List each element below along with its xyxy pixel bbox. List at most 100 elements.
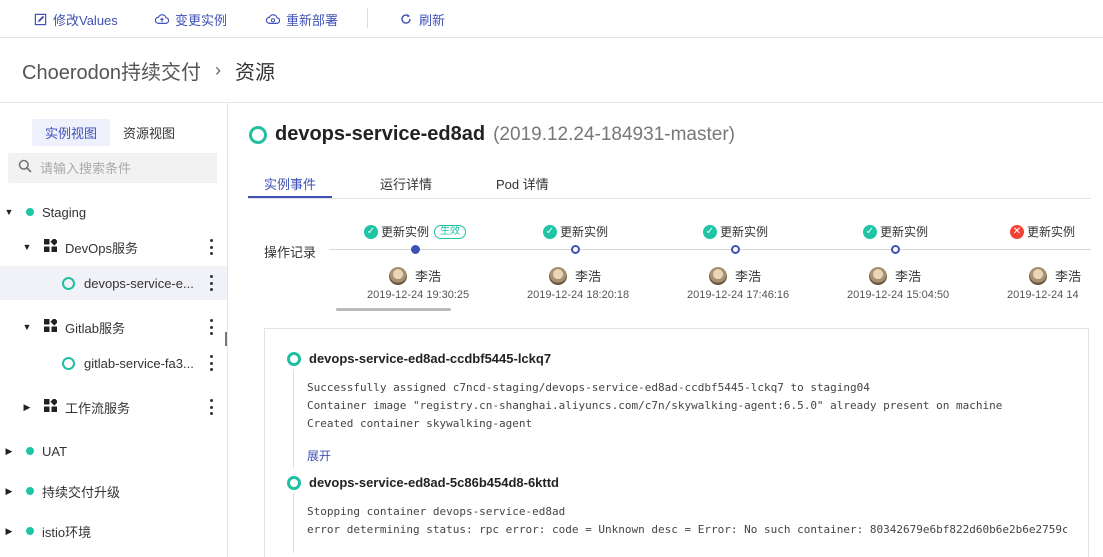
timeline-action: 更新实例 xyxy=(880,225,929,239)
log-line: Stopping container devops-service-ed8ad xyxy=(307,505,566,518)
more-icon[interactable] xyxy=(209,275,213,291)
timeline-scrollbar[interactable] xyxy=(336,308,451,311)
active-tab-indicator xyxy=(248,196,332,198)
more-icon[interactable] xyxy=(209,319,213,335)
tab-instance-events[interactable]: 实例事件 xyxy=(264,174,316,193)
redeploy-button[interactable]: 重新部署 xyxy=(266,0,338,38)
pod-status-icon xyxy=(287,475,301,490)
timeline-user: 李浩 xyxy=(709,266,761,285)
timeline-time: 2019-12-24 15:04:50 xyxy=(847,289,950,301)
more-icon[interactable] xyxy=(209,355,213,371)
timeline-node[interactable] xyxy=(411,245,420,254)
caret-down-icon[interactable]: ▼ xyxy=(4,207,14,217)
timeline-user-name: 李浩 xyxy=(575,269,602,284)
tab-runtime-details[interactable]: 运行详情 xyxy=(380,174,432,193)
tree-env-cd-upgrade[interactable]: ▶ 持续交付升级 xyxy=(0,474,227,508)
search-box xyxy=(8,153,217,183)
timeline-node[interactable] xyxy=(891,245,900,254)
page-title: 资源 xyxy=(234,61,275,84)
timeline-node[interactable] xyxy=(731,245,740,254)
expand-link[interactable]: 展开 xyxy=(307,447,331,464)
timeline-user-name: 李浩 xyxy=(735,269,762,284)
timeline-item-title: ✓ 更新实例 xyxy=(703,223,768,240)
env-status-dot xyxy=(26,487,34,495)
tree-label: gitlab-service-fa3... xyxy=(84,355,194,371)
timeline-item-title: ✕ 更新实例 xyxy=(1010,223,1075,240)
caret-down-icon[interactable]: ▼ xyxy=(22,242,32,252)
refresh-button[interactable]: 刷新 xyxy=(399,0,445,38)
tab-instance-view[interactable]: 实例视图 xyxy=(32,119,111,146)
tree-app-devops[interactable]: ▼ DevOps服务 xyxy=(0,230,227,264)
tree-label: 持续交付升级 xyxy=(42,484,121,500)
timeline-action: 更新实例 xyxy=(1027,225,1076,239)
pod-event-header: devops-service-ed8ad-ccdbf5445-lckq7 xyxy=(287,351,551,366)
breadcrumb-app[interactable]: Choerodon持续交付 xyxy=(22,56,201,85)
tree-env-istio[interactable]: ▶ istio环境 xyxy=(0,514,227,548)
page-header: Choerodon持续交付 › 资源 xyxy=(0,38,1103,103)
pod-event-header: devops-service-ed8ad-5c86b454d8-6kttd xyxy=(287,475,559,490)
timeline-user-name: 李浩 xyxy=(415,269,442,284)
search-input[interactable] xyxy=(40,160,200,176)
tree-label: istio环境 xyxy=(42,524,92,540)
timeline-time: 2019-12-24 19:30:25 xyxy=(367,289,470,301)
env-status-dot xyxy=(26,527,34,535)
pod-name: devops-service-ed8ad-5c86b454d8-6kttd xyxy=(309,475,560,490)
app-grid-icon xyxy=(44,397,59,415)
check-circle-icon: ✓ xyxy=(364,224,378,239)
sidebar-resize-handle[interactable] xyxy=(225,332,227,346)
timeline-time: 2019-12-24 18:20:18 xyxy=(527,289,630,301)
timeline-action: 更新实例 xyxy=(560,225,609,239)
caret-down-icon[interactable]: ▼ xyxy=(22,322,32,332)
timeline-item[interactable]: ✕ 更新实例 李浩 2019-12-24 14 xyxy=(976,223,1103,303)
env-status-dot xyxy=(26,208,34,216)
toolbar: 修改Values 变更实例 重新部署 刷新 xyxy=(0,0,1103,38)
more-icon[interactable] xyxy=(209,399,213,415)
caret-right-icon[interactable]: ▶ xyxy=(4,526,14,536)
avatar xyxy=(549,266,567,285)
log-line: Successfully assigned c7ncd-staging/devo… xyxy=(307,381,870,394)
tree-env-staging[interactable]: ▼ Staging xyxy=(0,195,227,229)
timeline-item-title: ✓ 更新实例 xyxy=(863,223,928,240)
timeline-item[interactable]: ✓ 更新实例 李浩 2019-12-24 15:04:50 xyxy=(816,223,976,303)
view-switcher: 实例视图 资源视图 xyxy=(32,119,188,146)
event-log-panel: devops-service-ed8ad-ccdbf5445-lckq7 Suc… xyxy=(264,328,1089,557)
sidebar: 实例视图 资源视图 ▼ Staging ▼ DevOps服务 devops-se… xyxy=(0,103,228,557)
caret-right-icon[interactable]: ▶ xyxy=(22,402,32,412)
error-circle-icon: ✕ xyxy=(1010,224,1024,239)
caret-right-icon[interactable]: ▶ xyxy=(4,446,14,456)
modify-values-button[interactable]: 修改Values xyxy=(33,0,118,38)
tree-label: Staging xyxy=(42,204,87,220)
tree-instance-devops[interactable]: devops-service-e... xyxy=(0,266,227,300)
active-tag: 生效 xyxy=(434,224,467,239)
app-grid-icon xyxy=(44,237,59,255)
edit-icon xyxy=(33,12,47,26)
tab-resource-view[interactable]: 资源视图 xyxy=(110,119,188,146)
avatar xyxy=(389,266,407,285)
timeline-item[interactable]: ✓ 更新实例 生效 李浩 2019-12-24 19:30:25 xyxy=(336,223,496,303)
tab-pod-details[interactable]: Pod 详情 xyxy=(496,174,549,193)
timeline-item-title: ✓ 更新实例 xyxy=(543,223,608,240)
timeline-time: 2019-12-24 14 xyxy=(1007,289,1079,301)
instance-status-icon xyxy=(62,356,75,370)
redeploy-label: 重新部署 xyxy=(286,12,339,28)
more-icon[interactable] xyxy=(209,239,213,255)
cloud-redeploy-icon xyxy=(266,12,280,26)
tree-label: Gitlab服务 xyxy=(65,320,125,336)
instance-version: (2019.12.24-184931-master) xyxy=(493,123,735,145)
pod-status-icon xyxy=(287,351,301,366)
caret-right-icon[interactable]: ▶ xyxy=(4,486,14,496)
instance-status-icon xyxy=(62,276,75,290)
toolbar-divider xyxy=(367,8,368,28)
tree-app-workflow[interactable]: ▶ 工作流服务 xyxy=(0,390,227,424)
tree-instance-gitlab[interactable]: gitlab-service-fa3... xyxy=(0,346,227,380)
change-instance-button[interactable]: 变更实例 xyxy=(155,0,227,38)
timeline-item[interactable]: ✓ 更新实例 李浩 2019-12-24 17:46:16 xyxy=(656,223,816,303)
timeline-item[interactable]: ✓ 更新实例 李浩 2019-12-24 18:20:18 xyxy=(496,223,656,303)
change-instance-label: 变更实例 xyxy=(175,12,228,28)
timeline-user: 李浩 xyxy=(869,266,921,285)
tree-app-gitlab[interactable]: ▼ Gitlab服务 xyxy=(0,310,227,344)
refresh-label: 刷新 xyxy=(419,12,446,28)
timeline-node[interactable] xyxy=(571,245,580,254)
tree-env-uat[interactable]: ▶ UAT xyxy=(0,434,227,468)
breadcrumb-chevron-icon: › xyxy=(214,59,221,80)
